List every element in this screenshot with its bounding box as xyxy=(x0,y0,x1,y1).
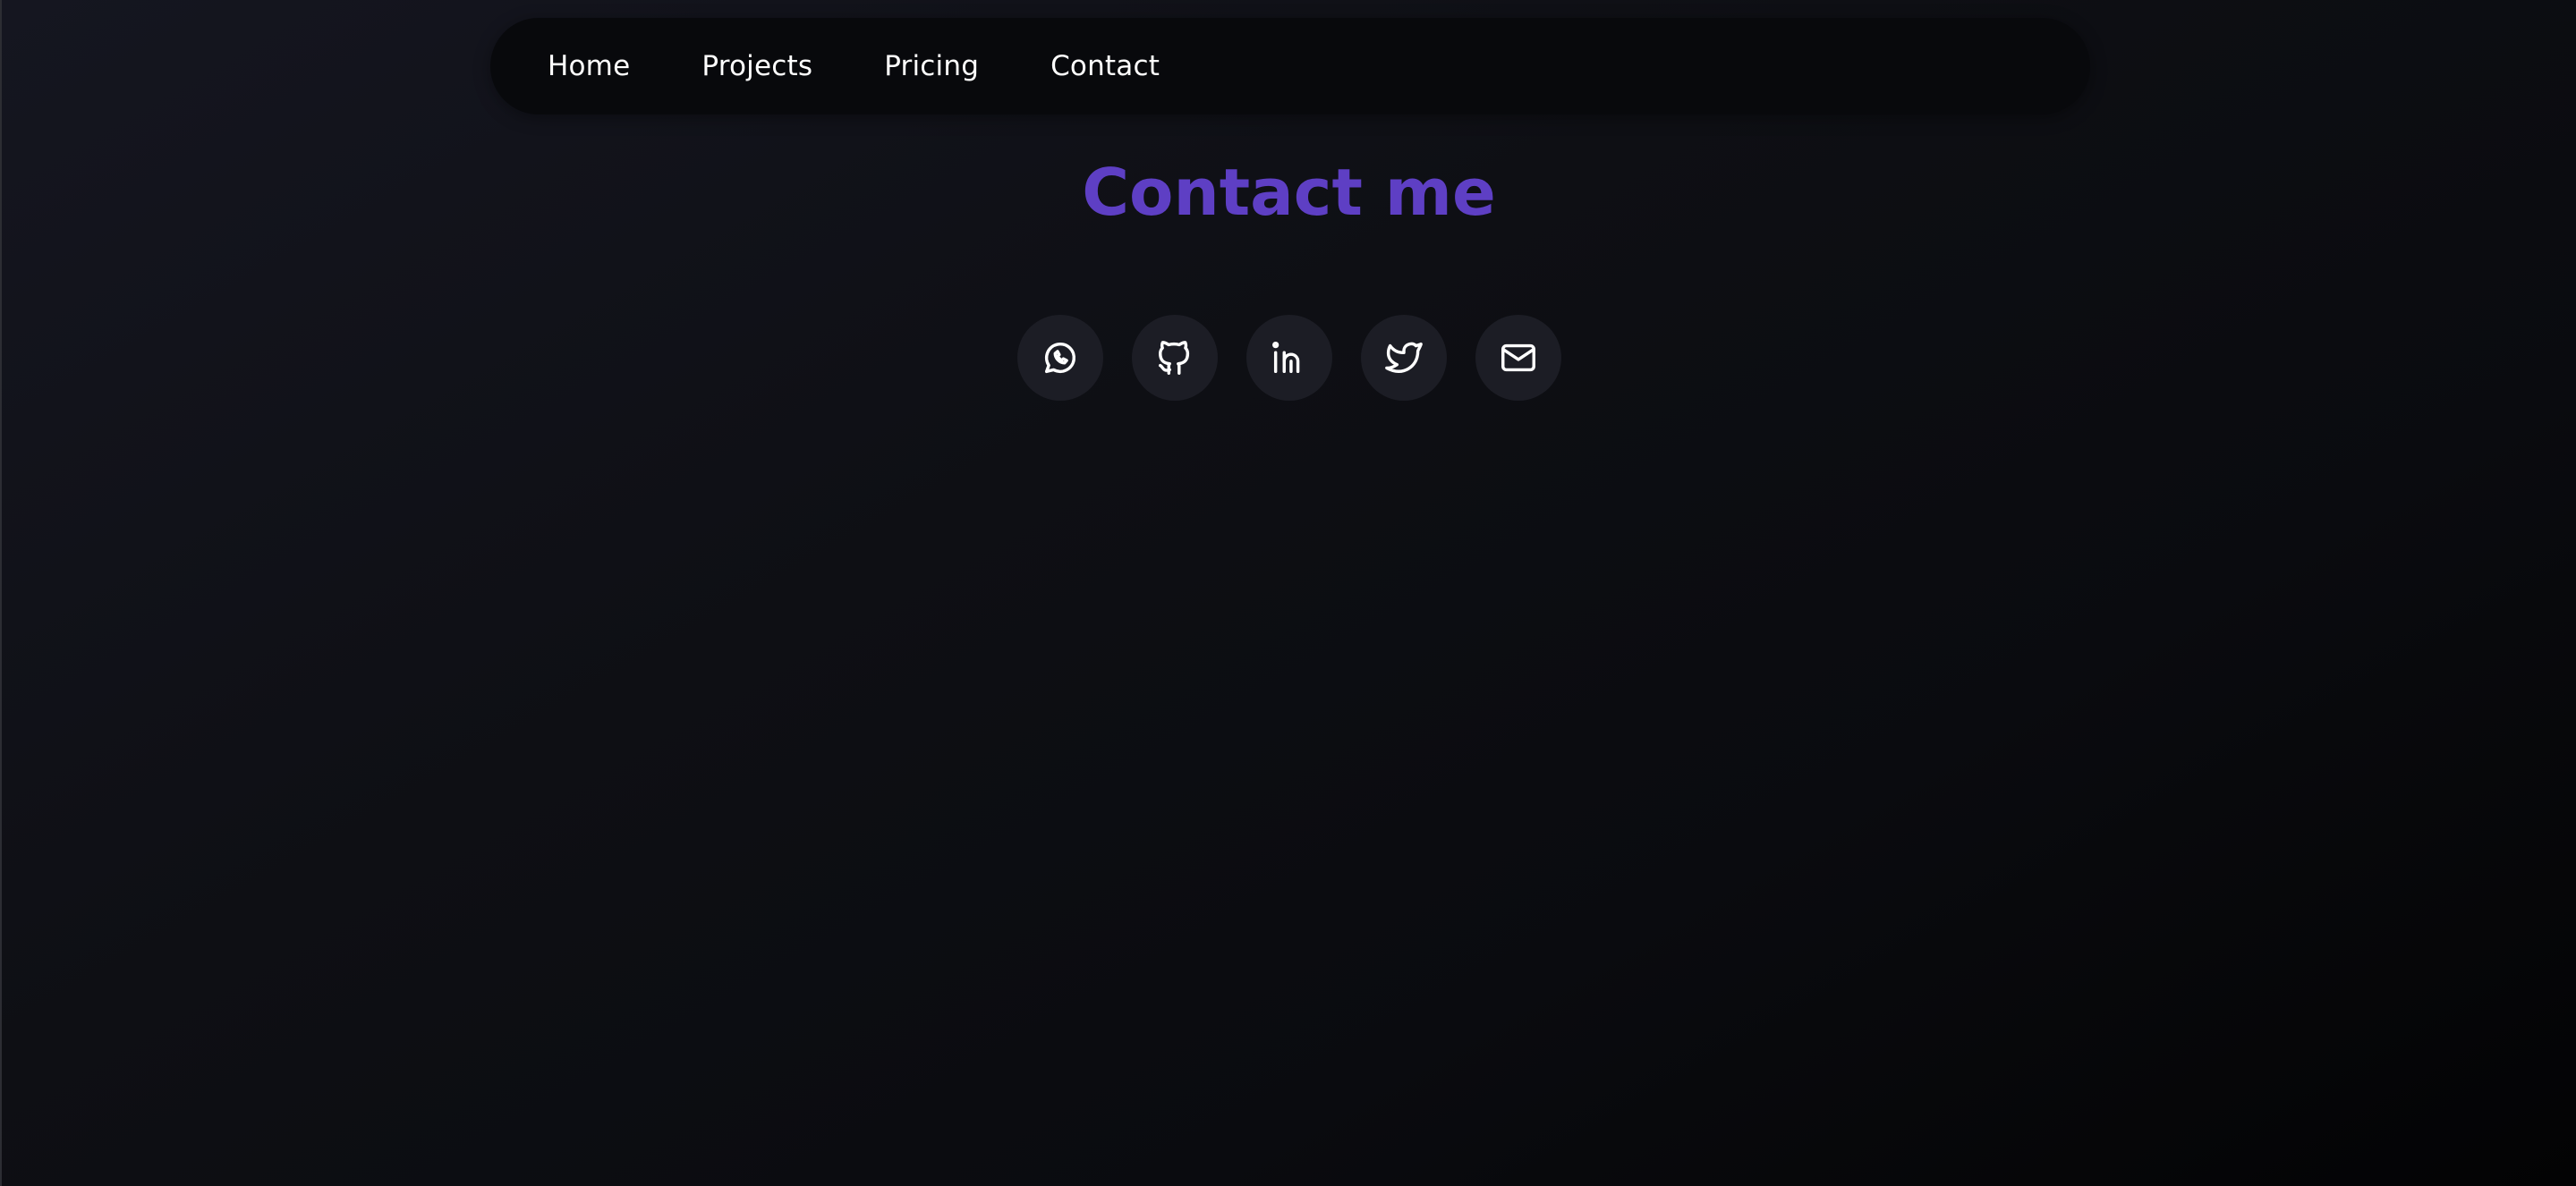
linkedin-button[interactable] xyxy=(1246,315,1332,401)
social-links xyxy=(1017,315,1561,401)
twitter-icon xyxy=(1385,342,1423,373)
mail-icon xyxy=(1501,343,1535,372)
nav-link-pricing[interactable]: Pricing xyxy=(884,50,979,82)
navbar: Home Projects Pricing Contact xyxy=(490,18,2090,114)
whatsapp-icon xyxy=(1044,343,1076,374)
nav-link-projects[interactable]: Projects xyxy=(701,50,812,82)
twitter-button[interactable] xyxy=(1361,315,1447,401)
github-icon xyxy=(1158,341,1190,375)
nav-link-contact[interactable]: Contact xyxy=(1050,50,1160,82)
linkedin-icon xyxy=(1272,341,1300,374)
nav-link-home[interactable]: Home xyxy=(548,50,630,82)
github-button[interactable] xyxy=(1132,315,1218,401)
mail-button[interactable] xyxy=(1475,315,1561,401)
whatsapp-button[interactable] xyxy=(1017,315,1103,401)
page-title: Contact me xyxy=(1082,155,1496,230)
